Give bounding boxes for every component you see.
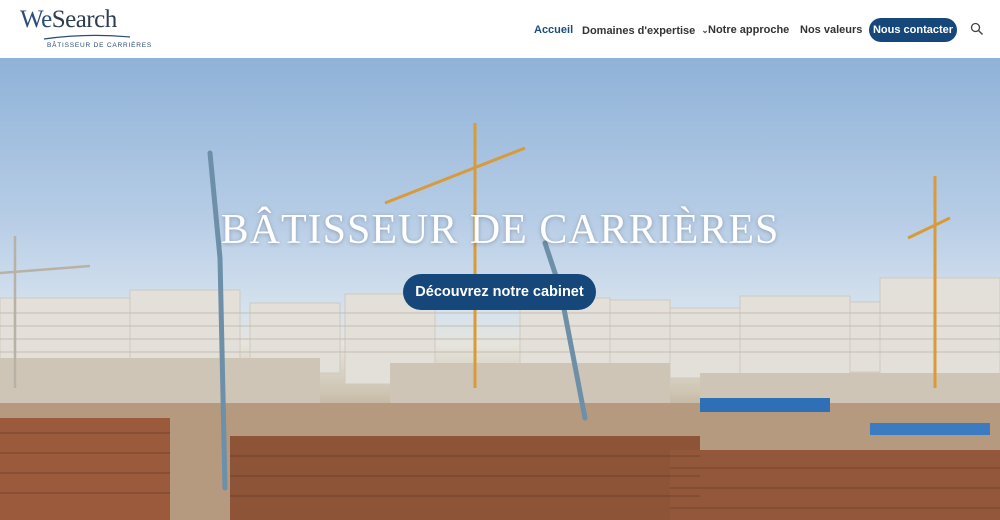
nav-item-valeurs[interactable]: Nos valeurs [800, 22, 862, 38]
nav-item-approche[interactable]: Notre approche [708, 22, 789, 38]
hero-title: BÂTISSEUR DE CARRIÈRES [220, 207, 780, 253]
logo-tagline: BÂTISSEUR DE CARRIÈRES [47, 42, 153, 49]
nav-item-domaines[interactable]: Domaines d'expertise ⌄ [582, 22, 709, 39]
nav-item-domaines-label: Domaines d'expertise [582, 25, 696, 37]
hero-section: BÂTISSEUR DE CARRIÈRES Découvrez notre c… [0, 58, 1000, 520]
site-header: WeSearch BÂTISSEUR DE CARRIÈRES Accueil … [0, 0, 1000, 58]
search-icon[interactable] [970, 22, 984, 36]
main-nav: Accueil Domaines d'expertise ⌄ Notre appr… [520, 0, 1000, 58]
contact-button[interactable]: Nous contacter [869, 18, 957, 42]
discover-cabinet-button[interactable]: Découvrez notre cabinet [403, 274, 596, 310]
nav-item-accueil[interactable]: Accueil [534, 22, 573, 38]
wesearch-logo[interactable]: WeSearch BÂTISSEUR DE CARRIÈRES [20, 6, 151, 50]
logo-wordmark: WeSearch [20, 6, 117, 33]
